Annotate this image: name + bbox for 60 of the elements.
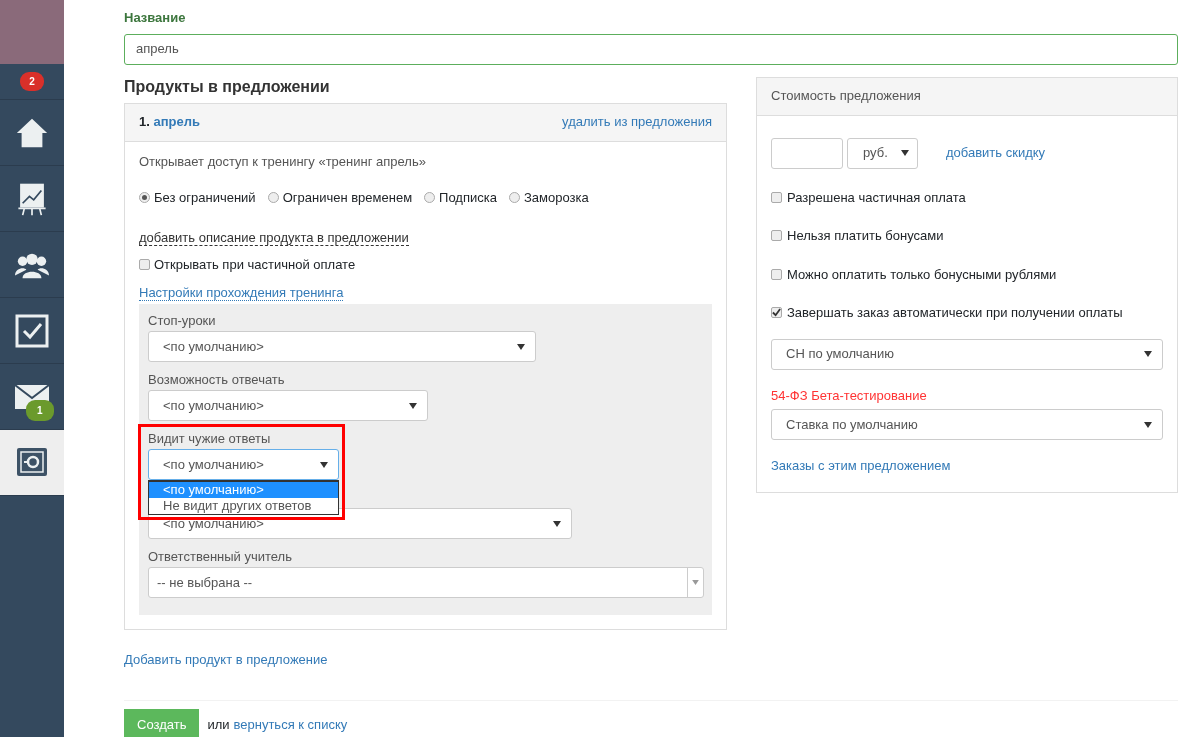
caret-icon <box>553 520 561 527</box>
select-field[interactable]: <по умолчанию> <box>148 331 536 362</box>
radio-label: Ограничен временем <box>282 189 413 207</box>
caret-icon <box>409 402 417 409</box>
message-badge: 1 <box>26 400 54 421</box>
chart-easel-icon <box>15 181 49 216</box>
radio-button[interactable] <box>508 192 520 204</box>
select-field[interactable]: СН по умолчанию <box>771 338 1163 370</box>
radio-button[interactable] <box>424 192 436 204</box>
section-title: Продукты в предложении <box>124 76 331 97</box>
price-input[interactable] <box>771 137 843 169</box>
caret-icon <box>692 580 699 585</box>
notification-badge: 2 <box>20 72 44 91</box>
caret-icon <box>901 150 909 156</box>
caret-icon <box>1144 351 1152 357</box>
name-input[interactable]: апрель <box>124 33 1178 65</box>
add-product-link[interactable]: Добавить продукт в предложение <box>124 652 328 667</box>
radio-label: Заморозка <box>523 189 589 207</box>
radio-label: Без ограничений <box>154 189 256 207</box>
field-label: Видит чужие ответы <box>148 430 272 448</box>
checkbox-label: Открывать при частичной оплате <box>154 256 356 274</box>
card-header: Стоимость предложения <box>757 77 1177 116</box>
orders-link[interactable]: Заказы с этим предложением <box>771 458 951 473</box>
caret-icon <box>1144 421 1152 428</box>
caret-icon <box>320 461 328 468</box>
checkbox[interactable] <box>771 230 782 242</box>
or-text: или <box>207 715 230 734</box>
checkbox[interactable] <box>771 191 782 203</box>
checkbox-label: Завершать заказ автоматически при получении оплаты <box>787 304 1123 322</box>
settings-link[interactable]: Настройки прохождения тренинга <box>139 284 344 301</box>
checkbox-label: Можно оплатить только бонусными рублями <box>787 265 1057 284</box>
checkbox[interactable] <box>139 259 150 271</box>
currency-select[interactable]: руб. <box>847 137 918 169</box>
radio-button[interactable] <box>139 192 150 204</box>
discount-link[interactable]: добавить скидку <box>946 143 1046 163</box>
checkbox-label: Нельзя платить бонусами <box>787 227 944 245</box>
avatar-placeholder <box>0 0 64 64</box>
product-title: 1. апрель <box>139 113 200 132</box>
beta-label: 54-ФЗ Бета-тестирование <box>771 386 928 405</box>
checkbox[interactable] <box>771 268 782 280</box>
sidebar-item[interactable] <box>0 430 64 496</box>
checkbox[interactable] <box>771 307 782 319</box>
remove-link[interactable]: удалить из предложения <box>562 112 712 132</box>
description-text: Открывает доступ к тренингу «тренинг апрель» <box>139 152 427 171</box>
add-description-link[interactable]: добавить описание продукта в предложении <box>139 229 409 246</box>
select-field[interactable]: <по умолчанию> <box>148 390 428 421</box>
radio-button[interactable] <box>267 192 279 204</box>
caret-icon <box>517 343 525 350</box>
select-field[interactable]: <по умолчанию> <box>148 449 339 480</box>
back-link[interactable]: вернуться к списку <box>233 714 348 735</box>
checkbox-icon <box>15 313 49 348</box>
combobox-field[interactable]: -- не выбрана -- <box>148 567 704 598</box>
field-label: Возможность отвечать <box>148 371 286 389</box>
select-field[interactable]: Ставка по умолчанию <box>771 409 1163 440</box>
field-label: Стоп-уроки <box>148 312 217 330</box>
field-label: Название <box>124 9 187 27</box>
checkmark-icon <box>772 308 781 318</box>
field-label: Ответственный учитель <box>148 548 293 566</box>
checkbox-label: Разрешена частичная оплата <box>787 188 966 207</box>
radio-label: Подписка <box>439 189 497 207</box>
